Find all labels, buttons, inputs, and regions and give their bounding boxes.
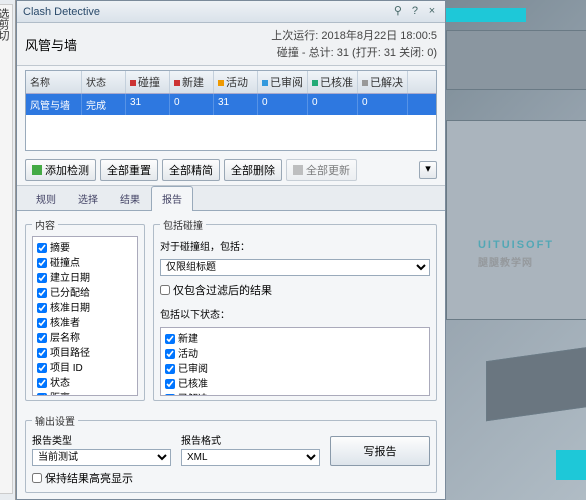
output-section: 输出设置 报告类型 当前测试 报告格式 XML 写报告 保持结果高亮显示 <box>17 407 445 499</box>
content-item[interactable]: 建立日期 <box>35 269 135 284</box>
tab-select[interactable]: 选择 <box>67 186 109 210</box>
clash-summary: 碰撞 - 总计: 31 (打开: 31 关闭: 0) <box>271 44 437 60</box>
content-item[interactable]: 核准日期 <box>35 299 135 314</box>
refresh-icon <box>293 165 303 175</box>
tab-report[interactable]: 报告 <box>151 186 193 211</box>
write-report-button[interactable]: 写报告 <box>330 436 430 466</box>
tab-rules[interactable]: 规则 <box>25 186 67 210</box>
3d-viewport[interactable]: UITUISOFT腿腿教学网 <box>446 0 586 500</box>
test-name: 风管与墙 <box>25 35 77 54</box>
dock-tab[interactable]: 选剪切 <box>0 4 13 494</box>
table-row[interactable]: 风管与墙 完成 31 0 31 0 0 0 <box>26 94 436 115</box>
status-item[interactable]: 已审阅 <box>163 360 427 375</box>
reset-all-button[interactable]: 全部重置 <box>100 159 158 181</box>
filter-only-checkbox[interactable]: 仅包含过滤后的结果 <box>160 282 430 298</box>
pin-icon[interactable]: ⚲ <box>391 4 405 18</box>
help-icon[interactable]: ? <box>408 5 422 19</box>
grid-header: 名称 状态 碰撞 新建 活动 已审阅 已核准 已解决 <box>26 71 436 94</box>
dock-sidebar: 选剪切 集合 剖面工具 <box>0 0 16 500</box>
report-content: 内容 摘要碰撞点建立日期已分配给核准日期核准者层名称项目路径项目 ID状态距离说… <box>17 211 445 407</box>
add-test-button[interactable]: 添加检测 <box>25 159 96 181</box>
tests-grid: 名称 状态 碰撞 新建 活动 已审阅 已核准 已解决 风管与墙 完成 31 0 … <box>25 70 437 151</box>
tabstrip: 规则 选择 结果 报告 <box>17 186 445 211</box>
status-item[interactable]: 新建 <box>163 330 427 345</box>
tests-toolbar: 添加检测 全部重置 全部精简 全部删除 全部更新 ▾ <box>17 155 445 186</box>
window-title: Clash Detective <box>23 6 100 18</box>
content-item[interactable]: 层名称 <box>35 329 135 344</box>
content-item[interactable]: 项目 ID <box>35 359 135 374</box>
clash-detective-panel: Clash Detective ⚲ ? × 风管与墙 上次运行: 2018年8月… <box>16 0 446 500</box>
export-dropdown[interactable]: ▾ <box>419 161 437 179</box>
content-item[interactable]: 项目路径 <box>35 344 135 359</box>
include-clashes-fieldset: 包括碰撞 对于碰撞组，包括： 仅限组标题 仅包含过滤后的结果 包括以下状态： 新… <box>153 217 437 401</box>
content-item[interactable]: 核准者 <box>35 314 135 329</box>
report-type-select[interactable]: 当前测试 <box>32 449 171 466</box>
title-bar: Clash Detective ⚲ ? × <box>17 1 445 23</box>
status-item[interactable]: 已核准 <box>163 375 427 390</box>
output-fieldset: 输出设置 报告类型 当前测试 报告格式 XML 写报告 保持结果高亮显示 <box>25 413 437 493</box>
status-item[interactable]: 已解决 <box>163 390 427 396</box>
content-item[interactable]: 摘要 <box>35 239 135 254</box>
keep-highlight-checkbox[interactable]: 保持结果高亮显示 <box>32 470 430 486</box>
compact-all-button[interactable]: 全部精简 <box>162 159 220 181</box>
content-item[interactable]: 距离 <box>35 389 135 396</box>
content-checklist[interactable]: 摘要碰撞点建立日期已分配给核准日期核准者层名称项目路径项目 ID状态距离说明注释… <box>32 236 138 396</box>
delete-all-button[interactable]: 全部删除 <box>224 159 282 181</box>
content-item[interactable]: 碰撞点 <box>35 254 135 269</box>
status-item[interactable]: 活动 <box>163 345 427 360</box>
content-item[interactable]: 已分配给 <box>35 284 135 299</box>
plus-icon <box>32 165 42 175</box>
group-mode-select[interactable]: 仅限组标题 <box>160 259 430 276</box>
content-fieldset: 内容 摘要碰撞点建立日期已分配给核准日期核准者层名称项目路径项目 ID状态距离说… <box>25 217 145 401</box>
test-header: 风管与墙 上次运行: 2018年8月22日 18:00:5 碰撞 - 总计: 3… <box>17 23 445 66</box>
report-format-select[interactable]: XML <box>181 449 320 466</box>
content-item[interactable]: 状态 <box>35 374 135 389</box>
status-checklist[interactable]: 新建活动已审阅已核准已解决 <box>160 327 430 396</box>
close-icon[interactable]: × <box>425 5 439 19</box>
tab-results[interactable]: 结果 <box>109 186 151 210</box>
update-all-button[interactable]: 全部更新 <box>286 159 357 181</box>
